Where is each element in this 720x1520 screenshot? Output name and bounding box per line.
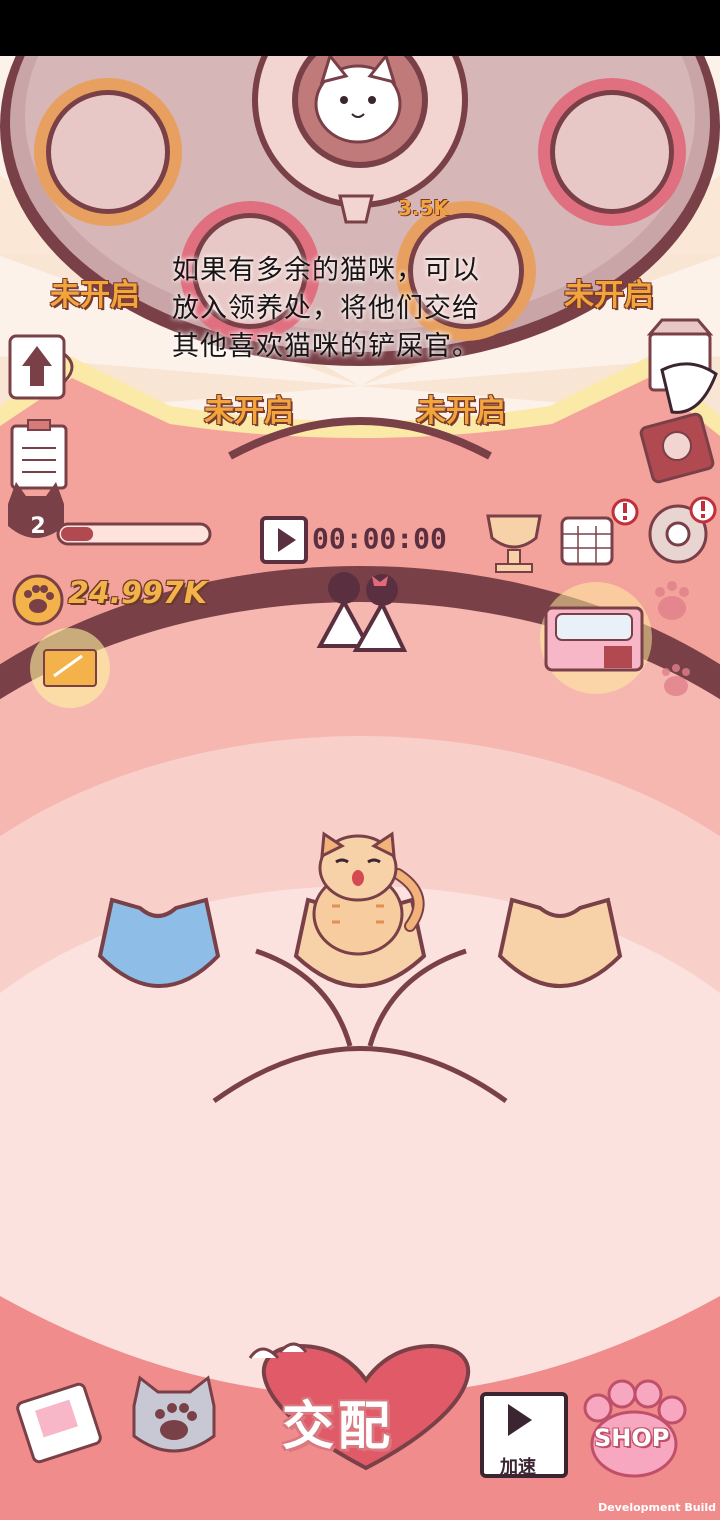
adoption-slot-top-left[interactable]	[34, 78, 182, 226]
xp-bar	[56, 522, 212, 546]
gift-box-icon[interactable]	[30, 628, 110, 708]
coin-count: 24.997K	[68, 576, 208, 611]
income-label: 3.5K	[398, 196, 449, 220]
locked-label-left: 未开启	[50, 278, 140, 313]
status-bar	[0, 0, 720, 56]
shop-button-label[interactable]: SHOP	[594, 1424, 669, 1452]
development-build-label: Development Build	[598, 1501, 716, 1514]
game-screen: 未开启 未开启 未开启 未开启 如果有多余的猫咪，可以 放入领养处，将他们交给 …	[0, 56, 720, 1520]
video-timer: 00:00:00	[312, 522, 447, 555]
adoption-tip: 如果有多余的猫咪，可以 放入领养处，将他们交给 其他喜欢猫咪的铲屎官。	[172, 252, 562, 366]
locked-label-bottom-right: 未开启	[416, 394, 506, 429]
mate-button-label[interactable]: 交配	[282, 1384, 394, 1459]
paw-coin-icon	[12, 574, 64, 626]
claw-machine-icon[interactable]	[540, 582, 652, 694]
level-number: 2	[30, 514, 46, 539]
tip-line-1: 如果有多余的猫咪，可以	[172, 255, 480, 286]
locked-label-right: 未开启	[564, 278, 654, 313]
upgrade-cup-icon[interactable]	[8, 334, 74, 400]
tip-line-2: 放入领养处，将他们交给	[172, 293, 480, 324]
task-list-icon[interactable]	[10, 419, 68, 490]
adoption-slot-top-right[interactable]	[538, 78, 686, 226]
speedup-label[interactable]: 加速	[500, 1453, 536, 1479]
locked-label-bottom-left: 未开启	[204, 394, 294, 429]
tip-line-3: 其他喜欢猫咪的铲屎官。	[172, 331, 480, 362]
video-play-icon[interactable]	[260, 516, 308, 564]
